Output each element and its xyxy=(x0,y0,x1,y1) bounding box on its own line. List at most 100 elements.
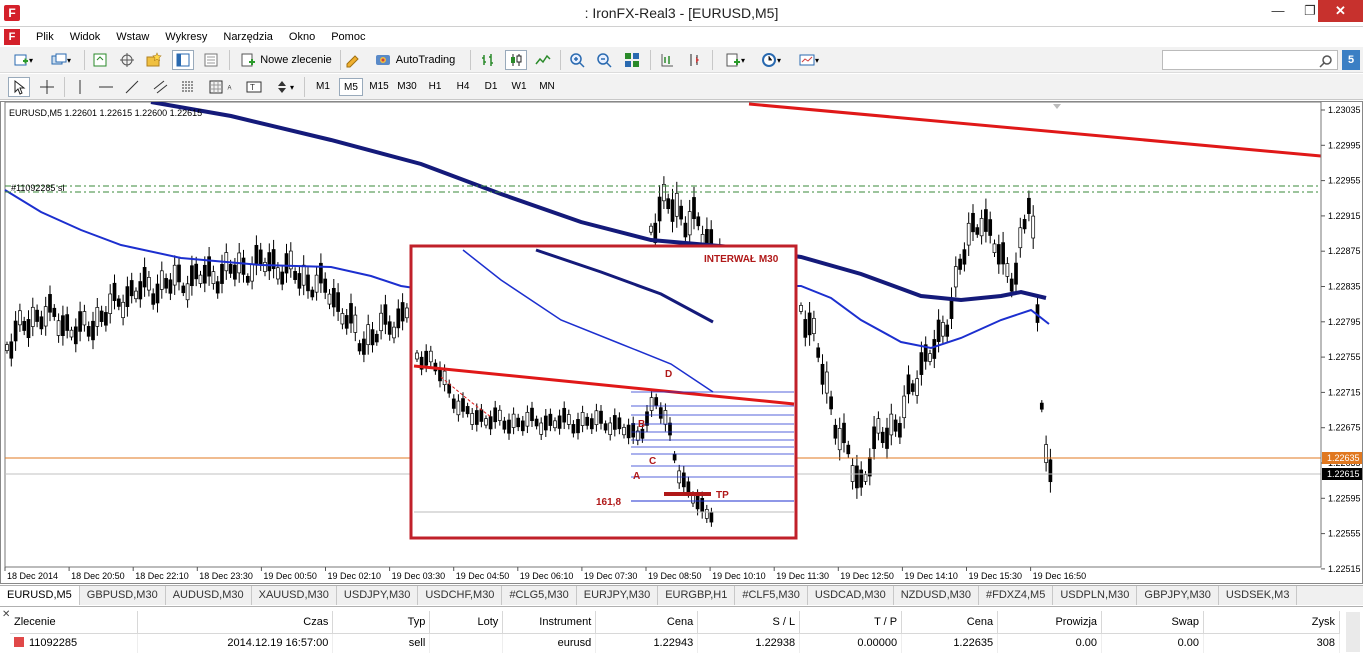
symbol-tab[interactable]: NZDUSD,M30 xyxy=(894,586,980,605)
vertical-line-button[interactable] xyxy=(70,77,90,97)
text-tool-button[interactable]: A xyxy=(214,77,234,97)
candle-body xyxy=(108,293,113,314)
column-header[interactable]: Prowizja xyxy=(997,611,1103,634)
periods-button[interactable]: ▾ xyxy=(756,50,786,70)
text-label-button[interactable]: T xyxy=(244,77,264,97)
symbol-tab[interactable]: USDPLN,M30 xyxy=(1053,586,1138,605)
symbol-tab[interactable]: EURUSD,M5 xyxy=(0,586,80,605)
cursor-tool-button[interactable] xyxy=(8,77,30,97)
candle-body xyxy=(241,257,246,275)
menu-file[interactable]: Plik xyxy=(28,30,62,44)
tile-windows-button[interactable] xyxy=(622,50,642,70)
column-header[interactable]: Cena xyxy=(595,611,699,634)
market-watch-button[interactable] xyxy=(90,50,110,70)
candle-body xyxy=(803,319,808,338)
timeframe-w1[interactable]: W1 xyxy=(507,78,531,96)
line-chart-button[interactable] xyxy=(533,50,553,70)
templates-button[interactable]: ▾ xyxy=(793,50,825,70)
candle-body xyxy=(396,308,401,329)
column-header[interactable]: Swap xyxy=(1101,611,1204,634)
column-header[interactable]: T / P xyxy=(799,611,903,634)
menu-charts[interactable]: Wykresy xyxy=(157,30,215,44)
chart-shift-button[interactable] xyxy=(657,50,677,70)
channel-button[interactable] xyxy=(150,77,170,97)
menu-view[interactable]: Widok xyxy=(62,30,109,44)
timeframe-m5[interactable]: M5 xyxy=(339,78,363,96)
symbol-tab[interactable]: USDCAD,M30 xyxy=(808,586,894,605)
column-header[interactable]: Typ xyxy=(332,611,431,634)
point-b-label: B xyxy=(638,419,645,430)
column-header[interactable]: Zlecenie xyxy=(10,611,139,634)
symbol-tab[interactable]: XAUUSD,M30 xyxy=(252,586,337,605)
timeframe-m15[interactable]: M15 xyxy=(367,78,391,96)
column-header[interactable]: Instrument xyxy=(502,611,597,634)
timeframe-h4[interactable]: H4 xyxy=(451,78,475,96)
symbol-tab[interactable]: #CLF5,M30 xyxy=(735,586,808,605)
notifications-badge[interactable]: 5 xyxy=(1342,50,1360,70)
new-chart-button[interactable]: ▾ xyxy=(6,50,40,70)
symbol-tab[interactable]: GBPJPY,M30 xyxy=(1137,586,1219,605)
candle-body xyxy=(876,418,881,434)
timeframe-d1[interactable]: D1 xyxy=(479,78,503,96)
column-header[interactable]: Zysk xyxy=(1203,611,1341,634)
arrows-button[interactable]: ▾ xyxy=(270,77,298,97)
candlestick-button[interactable] xyxy=(505,50,527,70)
candle-body xyxy=(280,271,285,285)
indicators-button[interactable]: ▾ xyxy=(720,50,750,70)
tester-button[interactable] xyxy=(200,50,222,70)
autotrading-button[interactable]: AutoTrading xyxy=(368,50,462,70)
line-chart-icon xyxy=(535,54,551,65)
terminal-button[interactable] xyxy=(172,50,194,70)
menu-help[interactable]: Pomoc xyxy=(323,30,373,44)
symbol-tab[interactable]: USDSEK,M3 xyxy=(1219,586,1298,605)
zoom-out-button[interactable] xyxy=(594,50,614,70)
search-input[interactable] xyxy=(1162,50,1338,70)
close-window-button[interactable]: ✕ xyxy=(1318,0,1363,22)
candle-body xyxy=(190,265,194,287)
search-icon[interactable] xyxy=(1319,54,1333,68)
order-row[interactable]: 11092285 2014.12.19 16:57:00 sell eurusd… xyxy=(10,633,1341,653)
candle-body xyxy=(553,420,557,429)
column-header[interactable]: Loty xyxy=(429,611,504,634)
timeframe-m30[interactable]: M30 xyxy=(395,78,419,96)
symbol-tab[interactable]: USDCHF,M30 xyxy=(418,586,503,605)
time-tick-label: 19 Dec 11:30 xyxy=(776,571,829,581)
candle-body xyxy=(52,307,57,317)
profiles-button[interactable]: ▾ xyxy=(44,50,78,70)
candle-body xyxy=(185,283,190,301)
symbol-tab[interactable]: #FDXZ4,M5 xyxy=(979,586,1054,605)
menu-insert[interactable]: Wstaw xyxy=(108,30,157,44)
timeframe-h1[interactable]: H1 xyxy=(423,78,447,96)
trendline-button[interactable] xyxy=(122,77,142,97)
menu-window[interactable]: Okno xyxy=(281,30,323,44)
document-icon[interactable]: F xyxy=(4,29,20,45)
candle-body xyxy=(543,415,548,431)
column-header[interactable]: Cena xyxy=(901,611,999,634)
navigator-button[interactable] xyxy=(117,50,137,70)
favorites-button[interactable] xyxy=(144,50,164,70)
column-header[interactable]: Czas xyxy=(137,611,334,634)
timeframe-m1[interactable]: M1 xyxy=(311,78,335,96)
terminal-scrollbar[interactable] xyxy=(1346,612,1360,652)
timeframe-mn[interactable]: MN xyxy=(535,78,559,96)
crosshair-tool-button[interactable] xyxy=(36,77,58,97)
price-chart[interactable]: EURUSD,M5 1.22601 1.22615 1.22600 1.2261… xyxy=(0,101,1363,584)
menu-tools[interactable]: Narzędzia xyxy=(215,30,281,44)
order-lots xyxy=(429,633,504,653)
zoom-in-button[interactable] xyxy=(567,50,587,70)
symbol-tab[interactable]: USDJPY,M30 xyxy=(337,586,419,605)
bar-chart-button[interactable] xyxy=(478,50,498,70)
chart-shift-icon xyxy=(661,54,673,67)
symbol-tab[interactable]: AUDUSD,M30 xyxy=(166,586,252,605)
symbol-tab[interactable]: EURGBP,H1 xyxy=(658,586,736,605)
horizontal-line-button[interactable] xyxy=(96,77,116,97)
autoscroll-button[interactable] xyxy=(684,50,704,70)
new-order-button[interactable]: Nowe zlecenie xyxy=(236,50,336,70)
metaeditor-button[interactable] xyxy=(344,50,362,70)
column-header[interactable]: S / L xyxy=(697,611,801,634)
symbol-tab[interactable]: GBPUSD,M30 xyxy=(80,586,166,605)
fibonacci-button[interactable] xyxy=(178,77,198,97)
symbol-tab[interactable]: #CLG5,M30 xyxy=(502,586,577,605)
minimize-button[interactable]: — xyxy=(1262,0,1294,22)
symbol-tab[interactable]: EURJPY,M30 xyxy=(577,586,659,605)
